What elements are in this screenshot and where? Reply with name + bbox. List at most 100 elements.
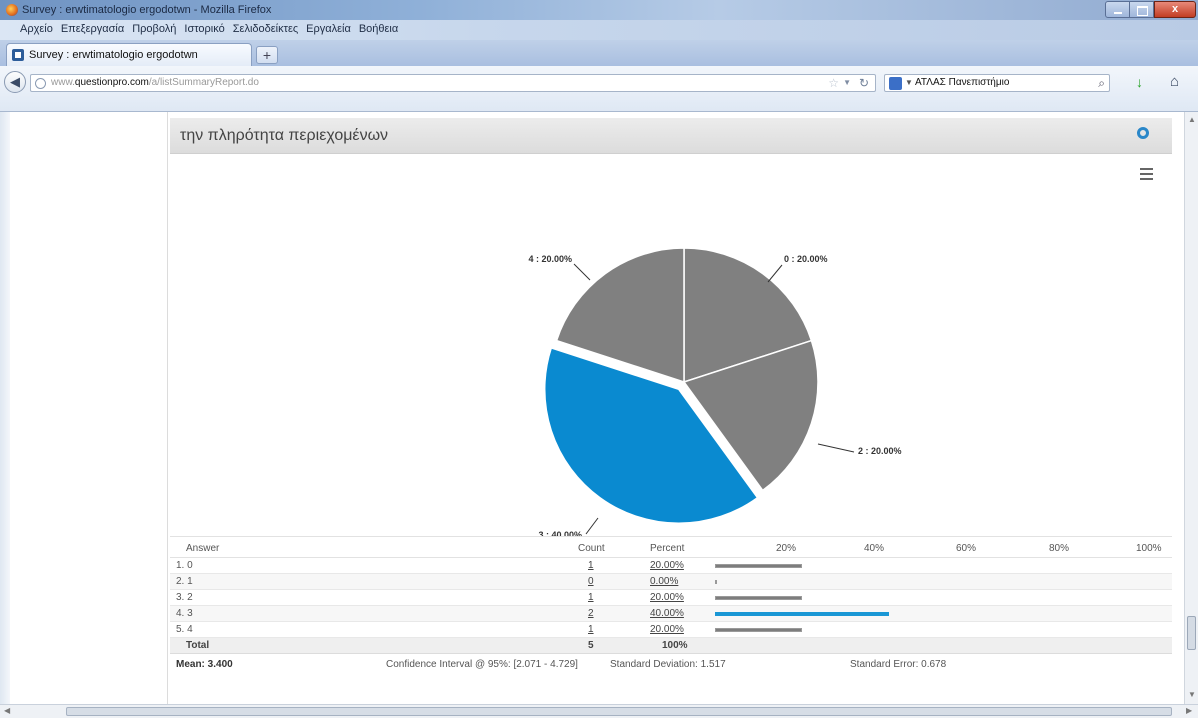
- search-query: ΑΤΛΑΣ Πανεπιστήμιο: [915, 77, 1010, 88]
- menu-file[interactable]: Αρχείο: [0, 20, 57, 35]
- menu-bar: Αρχείο Επεξεργασία Προβολή Ιστορικό Σελιδοδε…: [0, 20, 1198, 40]
- answer-cell: 2. 1: [176, 576, 193, 587]
- percent-link[interactable]: 20.00%: [650, 592, 684, 603]
- percent-bar: [715, 580, 717, 584]
- gear-icon[interactable]: [1137, 127, 1149, 139]
- answer-cell: 3. 2: [176, 592, 193, 603]
- menu-tools[interactable]: Εργαλεία: [302, 20, 355, 35]
- scroll-down-icon[interactable]: ▼: [1188, 690, 1196, 699]
- table-header: Answer Count Percent 20% 40% 60% 80% 100…: [170, 536, 1172, 558]
- slice-label-connector: [573, 263, 591, 281]
- home-icon[interactable]: ⌂: [1170, 73, 1179, 90]
- close-button[interactable]: x: [1154, 1, 1196, 18]
- left-sidebar: [10, 112, 168, 704]
- standard-deviation: Standard Deviation: 1.517: [610, 659, 726, 670]
- scale-tick: 80%: [1049, 543, 1070, 554]
- statistics-row: Mean: 3.400 Confidence Interval @ 95%: […: [170, 654, 1172, 676]
- answer-cell: 5. 4: [176, 624, 193, 635]
- percent-bar: [715, 628, 802, 632]
- window-title: Survey : erwtimatologio ergodotwn - Mozi…: [22, 4, 272, 16]
- menu-help[interactable]: Βοήθεια: [355, 20, 402, 35]
- results-table: Answer Count Percent 20% 40% 60% 80% 100…: [170, 536, 1172, 676]
- slice-label: 2 : 20.00%: [858, 446, 902, 456]
- tab-survey[interactable]: Survey : erwtimatologio ergodotwn: [6, 43, 252, 66]
- slice-label-connector: [585, 517, 599, 535]
- count-link[interactable]: 1: [588, 624, 594, 635]
- table-row: 4. 3 2 40.00%: [170, 606, 1172, 622]
- total-percent: 100%: [662, 640, 688, 651]
- mean-value: Mean: 3.400: [176, 659, 233, 670]
- horizontal-scrollbar[interactable]: ◀ ▶: [0, 704, 1198, 718]
- scale-tick: 40%: [864, 543, 885, 554]
- total-label: Total: [186, 640, 210, 651]
- percent-link[interactable]: 20.00%: [650, 624, 684, 635]
- count-link[interactable]: 0: [588, 576, 594, 587]
- scale-tick: 100%: [1136, 543, 1162, 554]
- slice-label-connector: [817, 443, 855, 453]
- menu-view[interactable]: Προβολή: [128, 20, 180, 35]
- tab-strip: Survey : erwtimatologio ergodotwn +: [0, 40, 1198, 66]
- menu-history[interactable]: Ιστορικό: [180, 20, 228, 35]
- minimize-button[interactable]: [1105, 1, 1130, 18]
- search-box[interactable]: ▼ ΑΤΛΑΣ Πανεπιστήμιο ⌕: [884, 74, 1110, 92]
- slice-label: 4 : 20.00%: [528, 254, 572, 264]
- menu-bookmarks[interactable]: Σελιδοδείκτες: [229, 20, 302, 35]
- percent-header: Percent: [650, 543, 685, 554]
- firefox-icon: [6, 4, 18, 16]
- answer-cell: 1. 0: [176, 560, 193, 571]
- percent-link[interactable]: 0.00%: [650, 576, 678, 587]
- table-row: 2. 1 0 0.00%: [170, 574, 1172, 590]
- maximize-button[interactable]: [1130, 1, 1154, 18]
- back-arrow-icon[interactable]: ◀: [4, 71, 26, 93]
- magnifier-icon[interactable]: ⌕: [1098, 76, 1105, 91]
- percent-bar: [715, 596, 802, 600]
- percent-bar: [715, 564, 802, 568]
- vertical-scroll-thumb[interactable]: [1187, 616, 1196, 650]
- search-engine-icon[interactable]: [889, 77, 902, 90]
- page-left-rail: [0, 112, 10, 704]
- navigation-bar: ◀ www.questionpro.com/a/listSummaryRepor…: [0, 66, 1198, 112]
- survey-favicon-icon: [12, 49, 24, 61]
- scroll-left-icon[interactable]: ◀: [4, 706, 10, 715]
- download-arrow-icon[interactable]: ↓: [1136, 74, 1143, 90]
- url-dropdown-icon[interactable]: ▼: [843, 78, 851, 87]
- answer-cell: 4. 3: [176, 608, 193, 619]
- question-title: την πληρότητα περιεχομένων: [180, 127, 389, 144]
- title-bar: Survey : erwtimatologio ergodotwn - Mozi…: [0, 0, 1198, 20]
- slice-label: 0 : 20.00%: [784, 254, 828, 264]
- horizontal-scroll-thumb[interactable]: [66, 707, 1172, 716]
- percent-link[interactable]: 40.00%: [650, 608, 684, 619]
- bookmark-star-icon[interactable]: ☆: [828, 76, 839, 90]
- table-row: 5. 4 1 20.00%: [170, 622, 1172, 638]
- vertical-scrollbar[interactable]: ▲ ▼: [1184, 112, 1198, 704]
- percent-bar: [715, 612, 889, 616]
- count-header: Count: [578, 543, 605, 554]
- slice-label-connector: [767, 264, 783, 283]
- page-viewport: την πληρότητα περιεχομένων 0 : 20.00% 2 :…: [10, 112, 1184, 704]
- count-link[interactable]: 2: [588, 608, 594, 619]
- count-link[interactable]: 1: [588, 592, 594, 603]
- scale-tick: 60%: [956, 543, 977, 554]
- tab-label: Survey : erwtimatologio ergodotwn: [29, 49, 198, 61]
- reload-icon[interactable]: ↻: [859, 76, 869, 90]
- menu-edit[interactable]: Επεξεργασία: [57, 20, 128, 35]
- percent-link[interactable]: 20.00%: [650, 560, 684, 571]
- confidence-interval: Confidence Interval @ 95%: [2.071 - 4.72…: [386, 659, 578, 670]
- total-count: 5: [588, 640, 594, 651]
- count-link[interactable]: 1: [588, 560, 594, 571]
- engine-dropdown-icon[interactable]: ▼: [905, 78, 913, 87]
- table-row: 3. 2 1 20.00%: [170, 590, 1172, 606]
- panel-header: την πληρότητα περιεχομένων: [170, 118, 1172, 154]
- standard-error: Standard Error: 0.678: [850, 659, 947, 670]
- browser-window: Survey : erwtimatologio ergodotwn - Mozi…: [0, 0, 1198, 718]
- url-text: www.questionpro.com/a/listSummaryReport.…: [51, 77, 259, 88]
- globe-icon: [35, 78, 46, 89]
- new-tab-button[interactable]: +: [256, 46, 278, 64]
- scroll-up-icon[interactable]: ▲: [1188, 115, 1196, 124]
- table-row: 1. 0 1 20.00%: [170, 558, 1172, 574]
- scale-tick: 20%: [776, 543, 797, 554]
- total-row: Total 5 100%: [170, 638, 1172, 654]
- answer-header: Answer: [186, 543, 220, 554]
- address-bar[interactable]: www.questionpro.com/a/listSummaryReport.…: [30, 74, 876, 92]
- scroll-right-icon[interactable]: ▶: [1186, 706, 1192, 715]
